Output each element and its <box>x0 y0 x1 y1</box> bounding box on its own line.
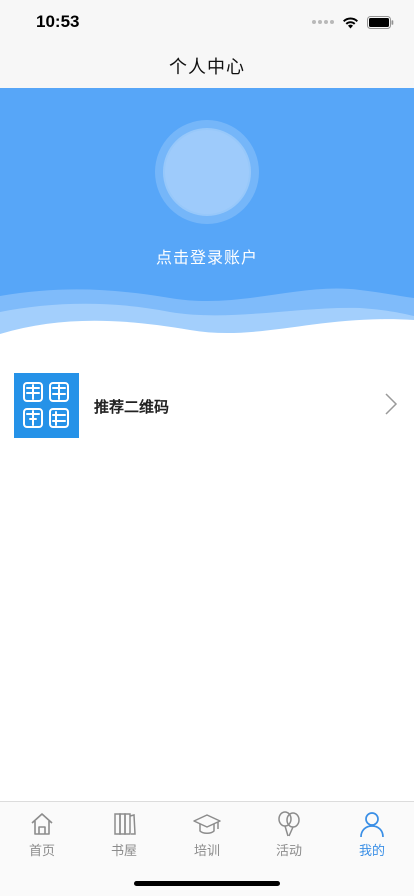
status-time: 10:53 <box>36 12 80 31</box>
tab-training[interactable]: 培训 <box>177 810 237 862</box>
tab-label: 首页 <box>28 844 55 859</box>
graduation-cap-icon <box>193 814 221 834</box>
tab-label: 我的 <box>358 844 385 859</box>
tab-label: 活动 <box>275 844 302 859</box>
books-icon <box>114 813 136 835</box>
balloons-icon <box>278 811 300 837</box>
menu-item-label: 推荐二维码 <box>94 398 170 416</box>
page-title: 个人中心 <box>169 57 245 78</box>
signal-icon <box>312 20 334 24</box>
tab-mine[interactable]: 我的 <box>342 810 402 862</box>
avatar-ring[interactable] <box>155 120 259 224</box>
nav-bar: 个人中心 <box>0 44 414 88</box>
avatar[interactable] <box>165 130 249 214</box>
tab-home[interactable]: 首页 <box>12 810 72 862</box>
home-indicator[interactable] <box>134 881 280 886</box>
screen: 10:53 个人中心 点击登录账户 推荐二维码 首页 书屋 培训 活动 我的 <box>0 0 414 896</box>
tab-label: 培训 <box>193 844 220 859</box>
wifi-icon <box>343 16 358 28</box>
tab-events[interactable]: 活动 <box>259 810 319 862</box>
home-icon <box>31 813 53 835</box>
wave-decoration <box>0 288 414 356</box>
profile-header: 点击登录账户 <box>0 88 414 356</box>
tab-bookstore[interactable]: 书屋 <box>94 810 154 862</box>
login-prompt[interactable]: 点击登录账户 <box>0 244 414 268</box>
tab-label: 书屋 <box>110 844 137 859</box>
battery-icon <box>367 15 394 29</box>
chevron-right-icon <box>385 393 398 415</box>
menu-item-qr-code[interactable]: 推荐二维码 <box>0 370 414 440</box>
app-logo-icon <box>14 373 79 438</box>
person-icon <box>360 812 384 838</box>
status-indicators <box>312 14 394 30</box>
status-bar: 10:53 <box>0 0 414 44</box>
